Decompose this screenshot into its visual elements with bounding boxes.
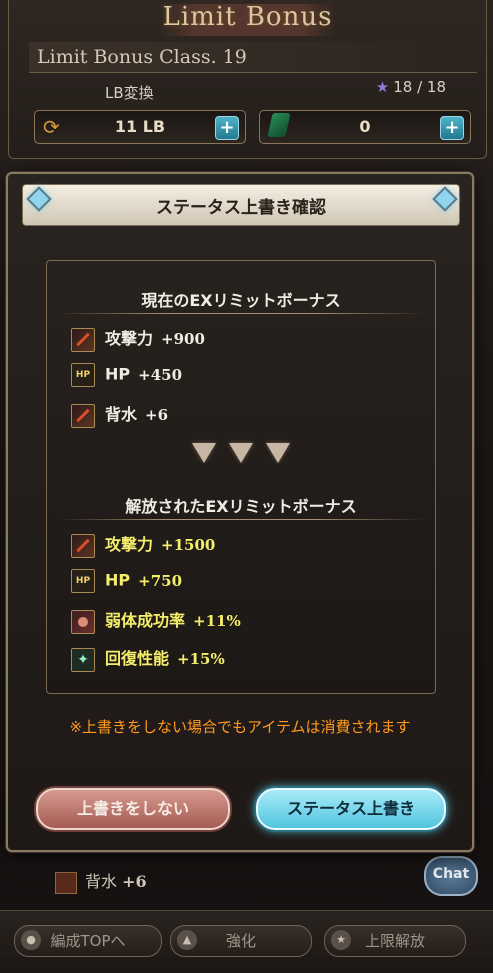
limit-bonus-title: Limit Bonus bbox=[162, 2, 333, 32]
divider bbox=[57, 313, 425, 314]
limit-bonus-class: Limit Bonus Class. 19 bbox=[29, 42, 477, 73]
dialog-title-bar: ステータス上書き確認 bbox=[22, 184, 460, 226]
lb-points-box: ⟳ 11 LB + bbox=[34, 110, 246, 144]
overwrite-confirm-dialog: ステータス上書き確認 現在のEXリミットボーナス 攻撃力 +900 HP HP +45… bbox=[6, 172, 474, 852]
hp-icon: HP bbox=[71, 363, 95, 387]
current-stat-row: 攻撃力 +900 bbox=[71, 325, 205, 352]
party-icon: ● bbox=[21, 930, 41, 950]
star-count: ★ 18 / 18 bbox=[376, 78, 446, 96]
stat-label: 攻撃力 bbox=[105, 535, 154, 554]
party-top-label: 編成TOPへ bbox=[50, 932, 126, 950]
uncap-label: 上限解放 bbox=[364, 932, 425, 950]
chat-button[interactable]: Chat bbox=[424, 856, 478, 896]
attack-icon bbox=[71, 533, 95, 558]
party-top-button[interactable]: ● 編成TOPへ bbox=[14, 925, 162, 957]
stat-label: 背水 bbox=[105, 405, 138, 424]
stat-value: +6 bbox=[145, 406, 169, 424]
bottom-nav: ● 編成TOPへ ▲ 強化 ★ 上限解放 bbox=[0, 910, 493, 973]
star-count-value: 18 / 18 bbox=[393, 78, 446, 96]
attack-icon bbox=[71, 403, 95, 428]
lb-convert-label: LB変換 bbox=[105, 84, 154, 102]
stat-value: +1500 bbox=[161, 536, 216, 554]
lb-points-value: 11 LB bbox=[114, 117, 166, 136]
gem-box: 0 + bbox=[259, 110, 471, 144]
gem-count-value: 0 bbox=[359, 117, 371, 136]
down-arrow-icon bbox=[229, 443, 253, 463]
debuff-icon bbox=[71, 609, 95, 634]
stat-value: +15% bbox=[177, 650, 225, 668]
attack-icon bbox=[71, 327, 95, 352]
current-section-title: 現在のEXリミットボーナス bbox=[141, 291, 341, 310]
consumption-notice: ※上書きをしない場合でもアイテムは消費されます bbox=[69, 718, 411, 736]
confirm-overwrite-button[interactable]: ステータス上書き bbox=[256, 788, 446, 830]
stat-value: +900 bbox=[161, 330, 205, 348]
add-lb-button[interactable]: + bbox=[215, 116, 239, 140]
enhance-label: 強化 bbox=[225, 932, 256, 950]
uncap-button[interactable]: ★ 上限解放 bbox=[324, 925, 466, 957]
stat-value: +11% bbox=[193, 612, 241, 630]
background-stat-row: 背水 +6 bbox=[55, 868, 147, 894]
released-section-title: 解放されたEXリミットボーナス bbox=[125, 497, 357, 516]
down-arrows bbox=[47, 443, 435, 467]
bonus-comparison-panel: 現在のEXリミットボーナス 攻撃力 +900 HP HP +450 背水 +6 解放され… bbox=[46, 260, 436, 694]
background-stat-value: +6 bbox=[122, 872, 147, 891]
limit-bonus-header: Limit Bonus Limit Bonus Class. 19 LB変換 ★… bbox=[8, 0, 487, 159]
released-stat-row: 弱体成功率 +11% bbox=[71, 607, 241, 634]
stat-label: HP bbox=[105, 364, 131, 384]
arrow-up-icon: ▲ bbox=[177, 930, 197, 950]
stars-icon: ★ bbox=[331, 930, 351, 950]
cancel-overwrite-button[interactable]: 上書きをしない bbox=[36, 788, 230, 830]
released-stat-row: 攻撃力 +1500 bbox=[71, 531, 216, 558]
released-stat-row: HP HP +750 bbox=[71, 569, 182, 593]
hp-icon: HP bbox=[71, 569, 95, 593]
stat-value: +750 bbox=[138, 571, 183, 590]
stat-label: 回復性能 bbox=[105, 649, 170, 668]
add-gem-button[interactable]: + bbox=[440, 116, 464, 140]
attack-icon bbox=[55, 871, 77, 894]
stat-label: HP bbox=[105, 570, 131, 590]
heal-icon: ✦ bbox=[71, 647, 95, 672]
enhance-button[interactable]: ▲ 強化 bbox=[170, 925, 312, 957]
down-arrow-icon bbox=[266, 443, 291, 463]
released-stat-row: ✦ 回復性能 +15% bbox=[71, 645, 225, 672]
star-icon: ★ bbox=[375, 78, 390, 96]
stat-label: 攻撃力 bbox=[105, 329, 154, 348]
divider bbox=[57, 519, 425, 520]
stat-value: +450 bbox=[138, 365, 183, 384]
dialog-title: ステータス上書き確認 bbox=[156, 198, 326, 218]
current-stat-row: 背水 +6 bbox=[71, 401, 169, 428]
stat-label: 弱体成功率 bbox=[105, 611, 186, 630]
down-arrow-icon bbox=[191, 443, 216, 463]
current-stat-row: HP HP +450 bbox=[71, 363, 182, 387]
background-stat-label: 背水 bbox=[85, 872, 118, 891]
